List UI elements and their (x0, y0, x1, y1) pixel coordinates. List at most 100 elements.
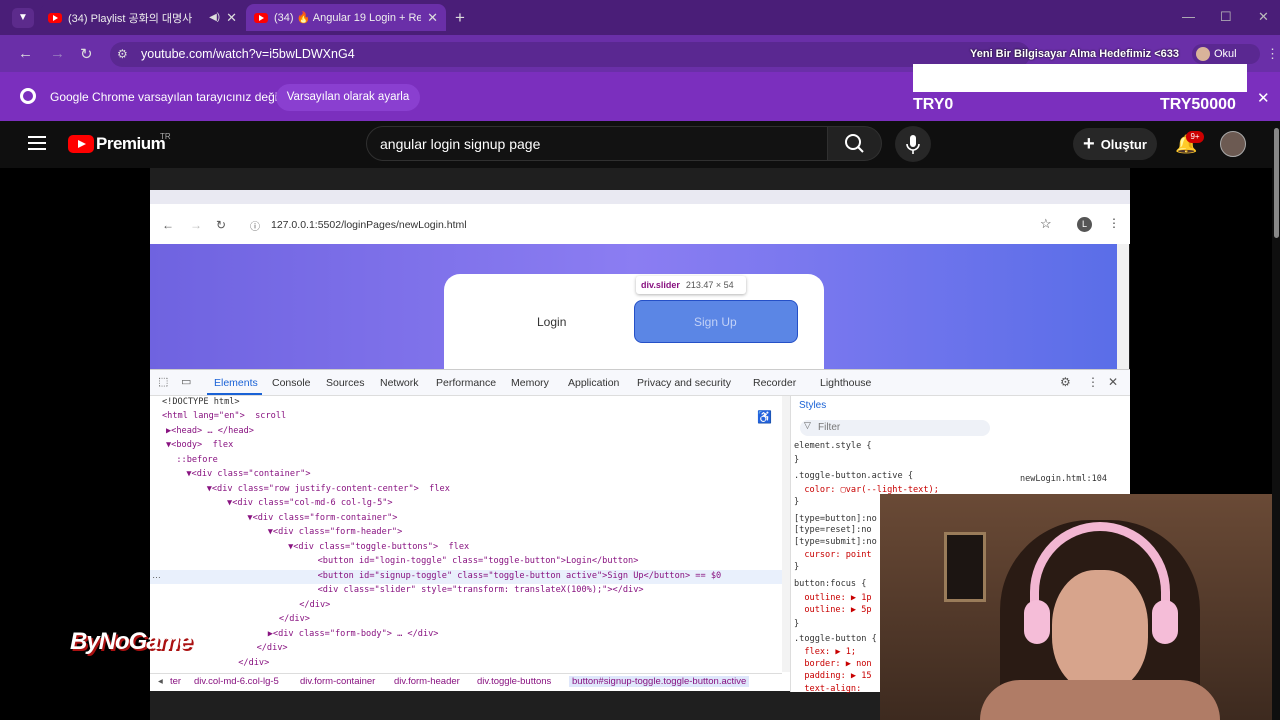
dom-line: <!DOCTYPE html> (162, 397, 240, 407)
inner-address-url: 127.0.0.1:5502/loginPages/newLogin.html (271, 219, 467, 231)
browser-tab-active[interactable]: (34) 🔥 Angular 19 Login + Reg ✕ (246, 4, 446, 31)
dom-line: ▼<div class="form-container"> (206, 513, 398, 523)
donation-goal: TRY50000 (1160, 96, 1236, 113)
webcam-painting (944, 532, 986, 602)
avatar[interactable] (1220, 131, 1246, 157)
inner-forward-icon: → (190, 218, 202, 232)
tooltip-selector: div.slider (641, 280, 680, 290)
new-tab-icon[interactable]: + (455, 8, 465, 28)
tab-layout: Layout (909, 400, 940, 411)
tab-event-listeners: Event Listeners (957, 400, 1026, 411)
notification-badge: 9+ (1186, 131, 1204, 143)
dom-line: <div class="slider" style="transform: tr… (240, 585, 644, 595)
inner-tab-strip (150, 190, 1130, 204)
style-line: element.style { (794, 441, 872, 451)
dom-line: ▼<div class="col-md-6 col-lg-5"> (196, 498, 393, 508)
inner-avatar: L (1077, 217, 1092, 232)
create-button[interactable]: + Oluştur (1073, 128, 1157, 160)
headset-ear-right (1152, 600, 1178, 644)
create-label: Oluştur (1100, 136, 1147, 152)
reload-icon[interactable]: ↻ (80, 45, 93, 63)
donation-current: TRY0 (913, 96, 954, 113)
page-scrollbar-thumb[interactable] (1274, 128, 1279, 238)
close-tab-icon[interactable]: ✕ (427, 10, 438, 26)
set-default-button[interactable]: Varsayılan olarak ayarla (276, 84, 420, 111)
tab-memory: Memory (511, 377, 549, 389)
profile-label: Okul (1214, 48, 1237, 60)
youtube-logo-icon[interactable] (68, 135, 94, 153)
style-line: outline: ▶ 1p (794, 593, 872, 603)
close-tab-icon[interactable]: ✕ (226, 10, 237, 26)
style-line: .toggle-button { (794, 634, 877, 644)
tab-application: Application (568, 377, 620, 389)
style-line: border: ▶ non (794, 659, 872, 669)
site-info-icon[interactable]: ⚙ (117, 47, 128, 61)
dom-line: </div> (222, 614, 310, 624)
search-query[interactable]: angular login signup page (380, 136, 540, 152)
chrome-menu-icon[interactable]: ⋮ (1266, 46, 1279, 62)
style-line: } (794, 562, 800, 572)
plus-icon: + (1083, 133, 1095, 155)
tab-search-button[interactable]: ▼ (12, 8, 34, 28)
minimize-icon[interactable]: — (1182, 9, 1195, 24)
address-url[interactable]: youtube.com/watch?v=i5bwLDWXnG4 (141, 47, 355, 61)
style-line: } (794, 455, 800, 465)
browser-tab[interactable]: (34) Playlist 공화의 대명사 ◀) ✕ (40, 4, 245, 31)
bookmark-star-icon: ☆ (1040, 216, 1052, 231)
devtools-menu-icon: ⋮ (1087, 375, 1099, 389)
profile-button[interactable]: Okul (1192, 44, 1260, 64)
style-line: } (794, 619, 800, 629)
breadcrumb-item: div.form-header (394, 676, 460, 687)
maximize-icon[interactable]: ☐ (1220, 9, 1232, 25)
audio-icon: ◀) (209, 12, 221, 23)
voice-search-button[interactable] (895, 126, 931, 162)
hov-toggle: :hov (999, 422, 1018, 433)
breadcrumb-item: div.toggle-buttons (477, 676, 552, 687)
breadcrumb-item: div.col-md-6.col-lg-5 (194, 676, 279, 687)
tab-elements: Elements (214, 377, 258, 389)
style-source-link: newLogin.html:104 (1020, 474, 1107, 484)
dom-line: <button id="login-toggle" class="toggle-… (240, 556, 639, 566)
youtube-icon (48, 12, 62, 23)
forward-icon[interactable]: → (50, 45, 65, 62)
chrome-icon (20, 88, 36, 104)
tab-performance: Performance (436, 377, 497, 389)
channel-watermark: ByNoGame (70, 628, 192, 655)
tab-console: Console (272, 377, 311, 389)
search-button[interactable] (828, 126, 882, 161)
tab-title: (34) Playlist 공화의 대명사 (68, 12, 193, 25)
infobar-close-icon[interactable]: ✕ (1257, 89, 1270, 107)
tab-sources: Sources (326, 377, 365, 389)
dom-line: ::before (166, 455, 218, 465)
dom-line: ▼<div class="toggle-buttons"> flex (226, 542, 470, 552)
style-line: button:focus { (794, 579, 867, 589)
dom-line: </div> (232, 600, 331, 610)
styles-filter-input: Filter (800, 420, 990, 436)
dom-line: ▼<div class="row justify-content-center"… (186, 484, 450, 494)
inner-reload-icon: ↻ (216, 218, 227, 232)
dom-line: ▼<body> flex (166, 440, 234, 450)
style-line: padding: ▶ 15 (794, 671, 872, 681)
style-line: [type=reset]:no (794, 525, 872, 535)
brand-region: TR (160, 132, 171, 141)
mic-icon (906, 135, 920, 154)
dom-line: </div> (210, 643, 288, 653)
back-icon[interactable]: ← (18, 45, 33, 62)
youtube-brand[interactable]: Premium (96, 134, 166, 154)
dom-line: ▶<div class="form-body"> … </div> (216, 629, 439, 639)
inner-back-icon: ← (162, 218, 174, 232)
tab-network: Network (380, 377, 419, 389)
stream-goal-title: Yeni Bir Bilgisayar Alma Hedefimiz <633 (970, 48, 1179, 60)
close-window-icon[interactable]: ✕ (1258, 9, 1269, 25)
inner-info-icon: ⓘ (250, 222, 260, 233)
dom-line: ▼<div class="form-header"> (216, 527, 403, 537)
menu-icon[interactable] (28, 136, 46, 150)
dom-scrollbar (782, 396, 790, 672)
dom-line: <html lang="en"> scroll (162, 411, 287, 421)
signup-toggle: Sign Up (694, 315, 737, 329)
style-line: .toggle-button.active { (794, 471, 913, 481)
tab-computed: Computed (843, 400, 890, 411)
style-line: text-align: (794, 684, 862, 694)
tab-recorder: Recorder (753, 377, 797, 389)
breadcrumb-item: div.form-container (300, 676, 376, 687)
